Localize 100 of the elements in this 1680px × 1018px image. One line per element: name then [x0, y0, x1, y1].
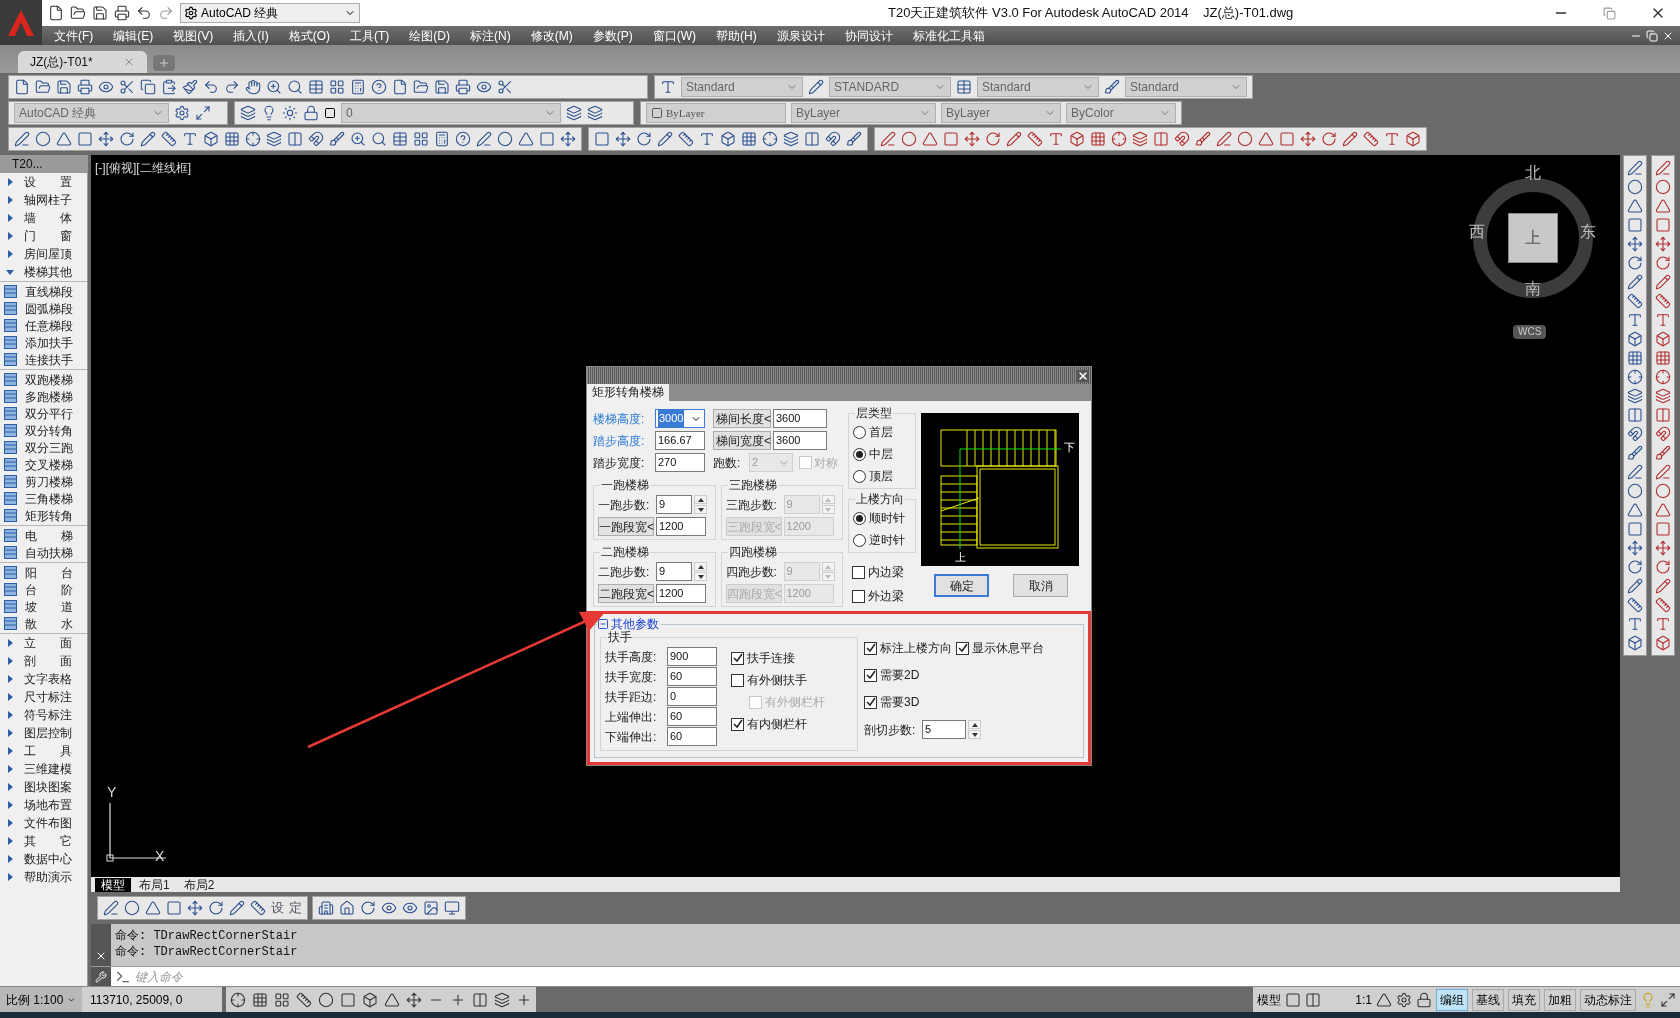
columns-icon[interactable] [1655, 407, 1671, 423]
sidebar-category[interactable]: 文件布图 [0, 814, 87, 832]
sidebar-category[interactable]: 工 具 [0, 742, 87, 760]
rotate-icon[interactable] [1655, 559, 1671, 575]
line-icon[interactable] [880, 131, 896, 147]
brush-icon[interactable] [1655, 445, 1671, 461]
checkbox[interactable] [956, 641, 969, 655]
drafting-toggle-icon[interactable] [318, 991, 334, 1008]
menu-item[interactable]: 窗口(W) [652, 26, 696, 45]
radio-button[interactable] [853, 533, 866, 547]
checkbox[interactable] [731, 717, 744, 731]
text-icon[interactable] [1627, 616, 1643, 632]
stair-tool-icon[interactable] [4, 441, 17, 454]
circle-icon[interactable] [1655, 483, 1671, 499]
radio-button[interactable] [853, 469, 866, 483]
circle-icon[interactable] [1627, 179, 1643, 195]
undo-icon[interactable] [203, 79, 219, 95]
spin-down-button[interactable] [694, 572, 707, 581]
sidebar-item[interactable]: 直线梯段 [25, 282, 73, 301]
cube-icon[interactable] [1405, 131, 1421, 147]
rotate-icon[interactable] [119, 131, 135, 147]
rotate-icon[interactable] [1627, 559, 1643, 575]
table-style-icon[interactable] [956, 79, 972, 95]
circle-icon[interactable] [901, 131, 917, 147]
input-field[interactable]: 5 [922, 720, 966, 739]
radio-button[interactable] [853, 425, 866, 439]
checkbox[interactable] [864, 641, 877, 655]
stair-tool-icon[interactable] [4, 390, 17, 403]
sidebar-category[interactable]: 场地布置 [0, 796, 87, 814]
layers-icon[interactable] [566, 105, 582, 121]
layers-icon[interactable] [1627, 388, 1643, 404]
move-icon[interactable] [1655, 540, 1671, 556]
text-icon[interactable] [1048, 131, 1064, 147]
drawing-canvas[interactable] [91, 155, 1620, 877]
stair-tool-icon[interactable] [4, 319, 17, 332]
triangle-icon[interactable] [1627, 502, 1643, 518]
rotate-icon[interactable] [1321, 131, 1337, 147]
menu-item[interactable]: 修改(M) [530, 26, 573, 45]
image-icon[interactable] [423, 900, 439, 916]
move-icon[interactable] [1627, 540, 1643, 556]
drafting-toggle-icon[interactable] [494, 991, 510, 1008]
text-icon[interactable] [1627, 312, 1643, 328]
menu-item[interactable]: 编辑(E) [113, 26, 154, 45]
dialog-button[interactable]: 确定 [934, 574, 989, 597]
text-style-icon[interactable] [660, 79, 676, 95]
circle-icon[interactable] [1655, 179, 1671, 195]
triangle-icon[interactable] [518, 131, 534, 147]
drafting-toggle-icon[interactable] [274, 991, 290, 1008]
status-toggle-button[interactable]: 加粗 [1544, 988, 1576, 1011]
hatch-grid-icon[interactable] [1655, 350, 1671, 366]
status-toggle-button[interactable]: 编组 [1436, 988, 1468, 1011]
magnet-icon[interactable] [308, 131, 324, 147]
sidebar-category[interactable]: 图块图案 [0, 778, 87, 796]
print-icon[interactable] [114, 5, 130, 21]
drafting-toggle-icon[interactable] [252, 991, 268, 1008]
triangle-icon[interactable] [145, 900, 161, 916]
cube-icon[interactable] [1655, 331, 1671, 347]
open-folder-icon[interactable] [35, 79, 51, 95]
pick-button[interactable]: 一跑段宽< [598, 517, 654, 536]
move-icon[interactable] [964, 131, 980, 147]
cube-icon[interactable] [1069, 131, 1085, 147]
cut-icon[interactable] [119, 79, 135, 95]
sidebar-category[interactable]: 剖 面 [0, 652, 87, 670]
sidebar-item[interactable]: 双分平行 [25, 404, 73, 423]
wcs-badge[interactable]: WCS [1513, 325, 1547, 339]
pencil-icon[interactable] [1342, 131, 1358, 147]
line-icon[interactable] [14, 131, 30, 147]
brush-icon[interactable] [1627, 445, 1643, 461]
pencil-icon[interactable] [229, 900, 245, 916]
ruler-icon[interactable] [161, 131, 177, 147]
sidebar-item[interactable]: 多跑楼梯 [25, 387, 73, 406]
drafting-toggle-icon[interactable] [230, 991, 246, 1008]
scale-dropdown[interactable]: 比例 1:100 [0, 986, 82, 1013]
input-field[interactable]: 9 [656, 495, 692, 514]
sidebar-item[interactable]: 电 梯 [25, 526, 73, 545]
sidebar-category[interactable]: 数据中心 [0, 850, 87, 868]
building-icon[interactable] [318, 900, 334, 916]
drafting-toggle-icon[interactable] [384, 991, 400, 1008]
columns-icon[interactable] [804, 131, 820, 147]
pencil-icon[interactable] [1627, 578, 1643, 594]
input-field[interactable]: 60 [667, 727, 717, 746]
print-icon[interactable] [77, 79, 93, 95]
stair-tool-icon[interactable] [4, 566, 17, 579]
ruler-icon[interactable] [1627, 597, 1643, 613]
columns-icon[interactable] [1627, 407, 1643, 423]
menu-item[interactable]: 源泉设计 [776, 26, 825, 45]
multileader-style-dropdown[interactable]: Standard [1125, 77, 1247, 97]
ruler-icon[interactable] [1027, 131, 1043, 147]
view-label[interactable]: [-][俯视][二维线框] [95, 159, 191, 177]
eye-icon[interactable] [402, 900, 418, 916]
layers-icon[interactable] [1655, 388, 1671, 404]
new-file-icon[interactable] [48, 5, 64, 21]
move-icon[interactable] [615, 131, 631, 147]
grid-icon[interactable] [329, 79, 345, 95]
sidebar-category[interactable]: 门 窗 [0, 227, 87, 245]
calculator-icon[interactable] [350, 79, 366, 95]
restore-icon[interactable] [1603, 6, 1616, 20]
help-icon[interactable] [455, 131, 471, 147]
multileader-style-icon[interactable] [1104, 79, 1120, 95]
move-icon[interactable] [187, 900, 203, 916]
